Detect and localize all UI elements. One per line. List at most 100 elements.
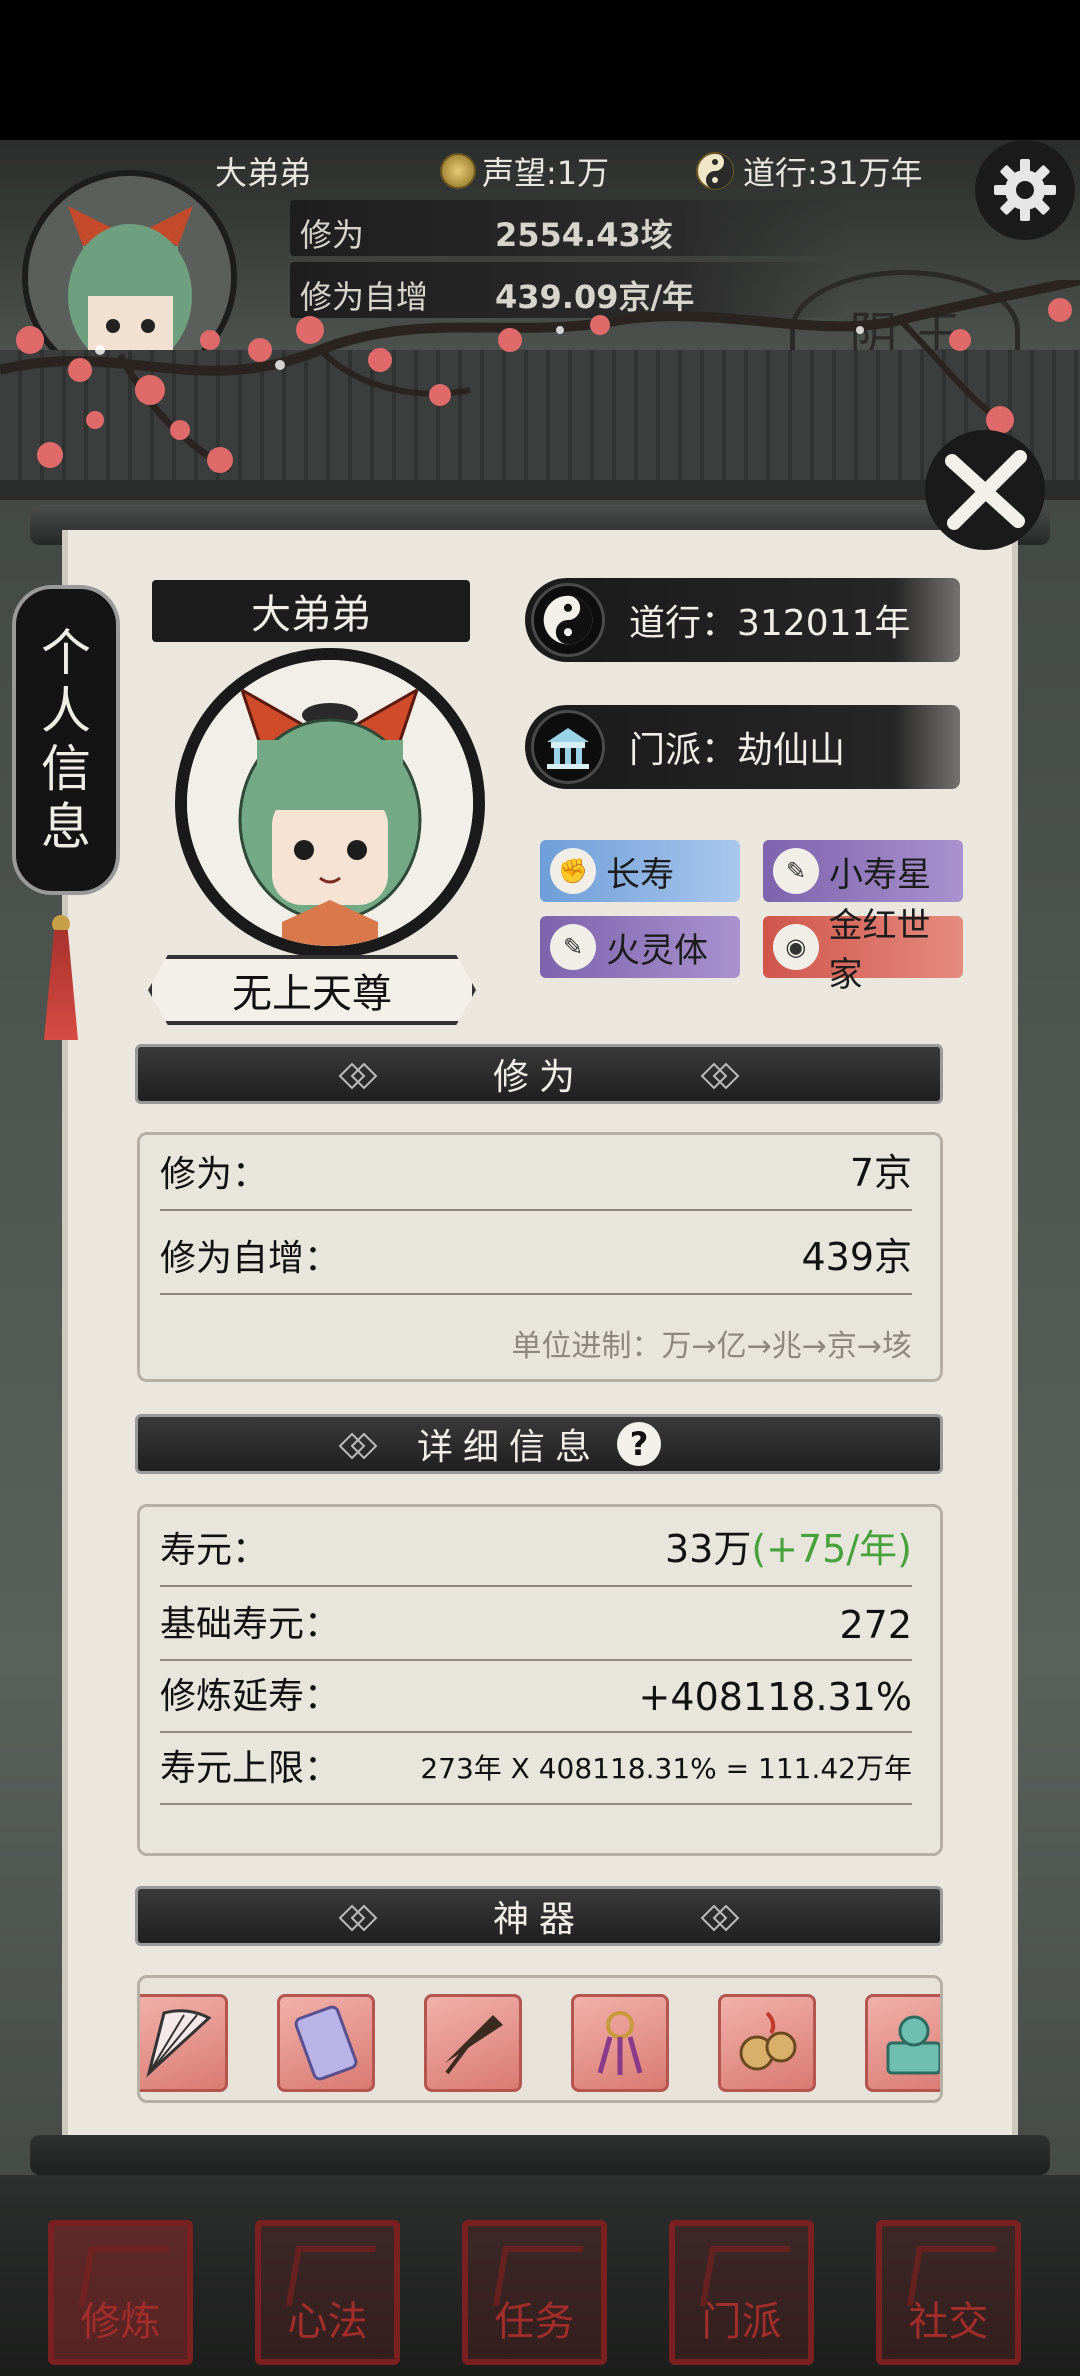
mind-method-seal-icon	[285, 2246, 377, 2306]
player-name-plate: 大弟弟	[152, 580, 470, 642]
cultivation-box: 修为： 7京 修为自增： 439京 单位进制：万→亿→兆→京→垓	[137, 1132, 943, 1382]
sect-pill: 门派：劫仙山	[525, 705, 960, 789]
diamond-ornament-icon	[338, 1062, 378, 1090]
player-name: 大弟弟	[251, 592, 371, 638]
player-title-plate: 无上天尊	[148, 955, 476, 1025]
gear-icon	[994, 159, 1056, 221]
hud-growth-row: 修为自增 439.09京/年	[290, 262, 850, 318]
trait-label: 火灵体	[606, 930, 708, 971]
side-tab-char: 个	[41, 624, 91, 682]
nav-social[interactable]: 社交	[876, 2220, 1021, 2365]
trait-tag-fire-body[interactable]: ✎ 火灵体	[540, 916, 740, 978]
bells-icon	[739, 2011, 797, 2071]
player-avatar[interactable]	[175, 648, 485, 958]
stat-row: 寿元上限： 273年 X 408118.31% = 111.42万年	[160, 1735, 912, 1805]
trait-tag-longevity[interactable]: ✊ 长寿	[540, 840, 740, 902]
stat-row: 修为自增： 439京	[160, 1225, 912, 1295]
section-title: 详细信息	[416, 1427, 601, 1468]
trait-label: 长寿	[606, 854, 674, 895]
jade-slip-icon	[294, 2005, 358, 2081]
pouch-icon: ◉	[773, 924, 819, 970]
artifact-slot[interactable]	[865, 1994, 940, 2092]
social-seal-icon	[906, 2246, 998, 2306]
side-tab-char: 息	[41, 798, 91, 856]
tab-personal-info[interactable]: 个 人 信 息	[12, 585, 120, 895]
roof-tiles	[0, 350, 1080, 500]
artifact-slot[interactable]	[277, 1994, 375, 2092]
side-tab-char: 人	[41, 682, 91, 740]
daoxing-text: 道行:31万年	[743, 154, 923, 192]
section-title: 修为	[492, 1057, 585, 1098]
trait-tag-gold-family[interactable]: ◉ 金红世家	[763, 906, 963, 995]
yin-yang-icon	[696, 152, 734, 190]
stat-row: 修为： 7京	[160, 1141, 912, 1211]
details-box: 寿元： 33万(+75/年) 基础寿元： 272 修炼延寿： +408118.3…	[137, 1504, 943, 1856]
temple-icon	[547, 728, 589, 769]
nav-mind-method[interactable]: 心法	[255, 2220, 400, 2365]
daoxing-pill: 道行：312011年	[525, 578, 960, 662]
character-portrait-icon	[187, 660, 473, 946]
hud-growth-value: 439.09京/年	[495, 278, 695, 316]
hud-player-name: 大弟弟	[215, 154, 312, 192]
tasks-seal-icon	[492, 2246, 584, 2306]
scroll-bottom-rod	[30, 2135, 1050, 2175]
close-icon	[945, 450, 1027, 530]
close-button[interactable]	[925, 430, 1045, 550]
hud-cultivation-value: 2554.43垓	[495, 216, 673, 254]
stat-key: 寿元：	[160, 1530, 269, 1571]
nav-cultivate[interactable]: 修炼	[48, 2220, 193, 2365]
artifact-slot[interactable]	[571, 1994, 669, 2092]
scroll-icon: ✎	[550, 924, 596, 970]
stat-row: 基础寿元： 272	[160, 1591, 912, 1661]
trait-label: 小寿星	[829, 854, 931, 895]
artifact-slot[interactable]	[140, 1994, 228, 2092]
stat-row: 寿元： 33万(+75/年)	[160, 1517, 912, 1587]
stat-value: 7京	[849, 1151, 912, 1195]
umbrella-icon	[445, 2015, 503, 2075]
trait-label: 金红世家	[828, 906, 931, 995]
lifespan-rate: (+75/年)	[751, 1527, 912, 1571]
section-header-artifacts: 神器	[135, 1886, 943, 1946]
trait-tag-little-star[interactable]: ✎ 小寿星	[763, 840, 963, 902]
stat-key: 寿元上限：	[160, 1748, 341, 1789]
sect-value: 门派：劫仙山	[629, 730, 846, 771]
stat-key: 修炼延寿：	[160, 1676, 341, 1717]
lifespan-value: 33万	[664, 1527, 752, 1571]
diamond-ornament-icon	[700, 1062, 740, 1090]
section-header-details: 详细信息 ?	[135, 1414, 943, 1474]
diamond-ornament-icon	[338, 1432, 378, 1460]
daoxing-value: 道行：312011年	[629, 603, 911, 644]
stat-key: 修为自增：	[160, 1238, 341, 1279]
daoxing-display: 道行:31万年	[695, 148, 923, 194]
diamond-ornament-icon	[700, 1904, 740, 1932]
nav-tasks[interactable]: 任务	[462, 2220, 607, 2365]
reputation-display: 声望:1万	[440, 148, 609, 194]
seal-icon	[886, 2015, 940, 2075]
stat-value: 439京	[801, 1235, 912, 1279]
reputation-text: 声望:1万	[482, 154, 610, 192]
unit-note: 单位进制：万→亿→兆→京→垓	[511, 1329, 912, 1364]
player-title: 无上天尊	[232, 971, 392, 1017]
sect-seal-icon	[699, 2246, 791, 2306]
artifact-slot[interactable]	[718, 1994, 816, 2092]
hud-cultivation-label: 修为	[300, 216, 365, 254]
help-button[interactable]: ?	[617, 1422, 661, 1466]
hud-growth-label: 修为自增	[300, 278, 429, 316]
stat-value: 272	[839, 1603, 912, 1647]
coin-icon	[440, 153, 476, 189]
nav-sect[interactable]: 门派	[669, 2220, 814, 2365]
diamond-ornament-icon	[338, 1904, 378, 1932]
settings-button[interactable]	[975, 140, 1075, 240]
fist-icon: ✊	[550, 848, 596, 894]
status-bar	[0, 0, 1080, 140]
artifact-slot[interactable]	[424, 1994, 522, 2092]
stat-row: 修炼延寿： +408118.31%	[160, 1663, 912, 1733]
stat-value: 273年 X 408118.31% = 111.42万年	[420, 1752, 912, 1785]
stat-key: 基础寿元：	[160, 1604, 341, 1645]
cultivate-seal-icon	[78, 2246, 170, 2306]
scroll-icon: ✎	[773, 848, 819, 894]
section-title: 神器	[492, 1899, 585, 1940]
hud-cultivation-row: 修为 2554.43垓	[290, 200, 850, 256]
yin-yang-icon	[543, 595, 593, 645]
sect-badge	[531, 710, 605, 784]
